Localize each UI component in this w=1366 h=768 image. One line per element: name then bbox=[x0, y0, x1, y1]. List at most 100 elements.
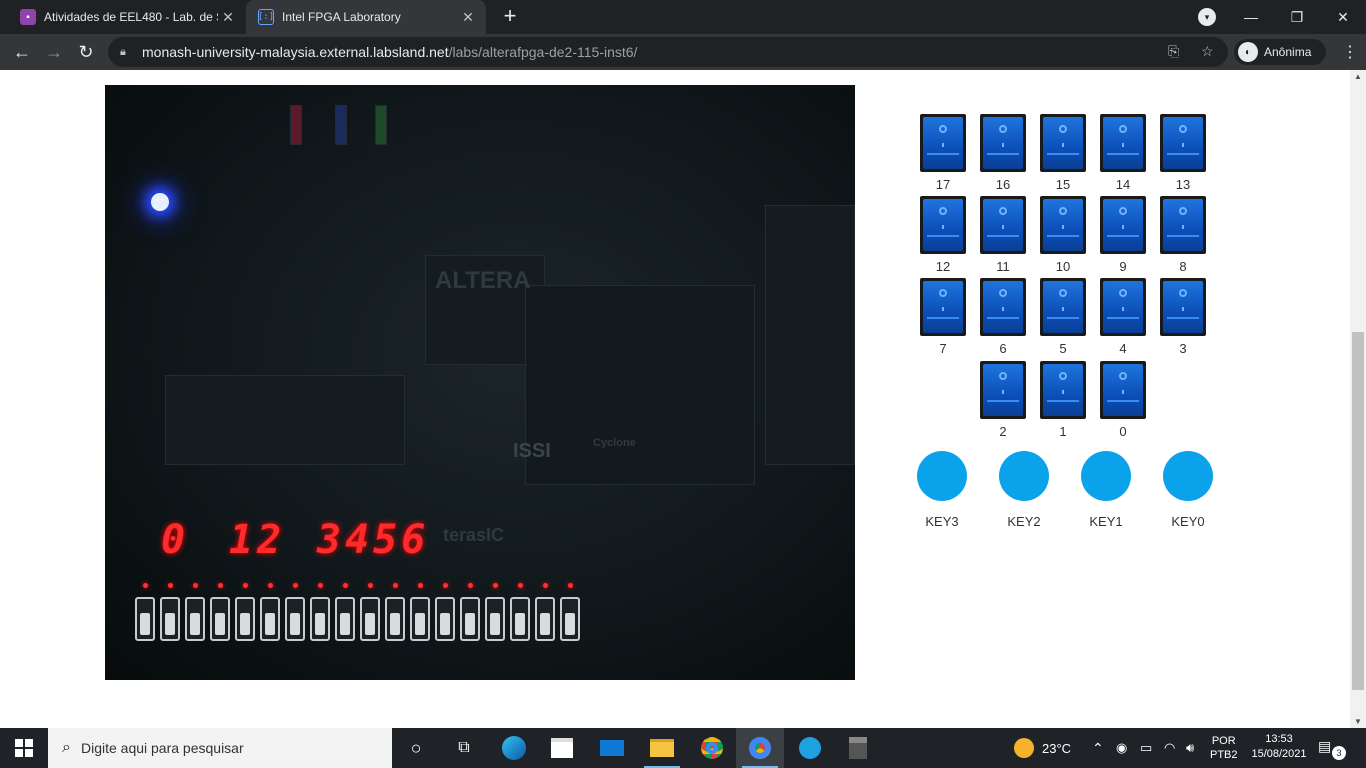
switch-dot-icon bbox=[1179, 207, 1187, 215]
bookmark-star-icon[interactable]: ☆ bbox=[1201, 43, 1214, 60]
switch-face bbox=[1043, 281, 1083, 333]
red-led bbox=[393, 583, 398, 588]
switch-face bbox=[1103, 364, 1143, 416]
minimize-icon[interactable]: — bbox=[1228, 0, 1274, 34]
menu-icon[interactable]: ⋮ bbox=[1342, 42, 1358, 62]
switch-2[interactable] bbox=[980, 361, 1026, 419]
notification-center-icon[interactable]: ▤ 3 bbox=[1318, 738, 1346, 760]
lock-icon: 🔒︎ bbox=[120, 45, 126, 58]
user-square-icon: ▪ bbox=[20, 9, 36, 25]
switch-label: 9 bbox=[1119, 259, 1127, 274]
board-led-red bbox=[290, 105, 302, 145]
switch-8[interactable] bbox=[1160, 196, 1206, 254]
switch-12[interactable] bbox=[920, 196, 966, 254]
lab-page: ALTERA ISSI Cyclone terasIC 0 12 3456 17… bbox=[0, 70, 1350, 728]
blue-app-icon[interactable] bbox=[786, 728, 834, 768]
wifi-icon[interactable]: ◠ bbox=[1164, 728, 1175, 768]
scrollbar-thumb[interactable] bbox=[1352, 332, 1364, 690]
task-view-icon[interactable]: ⧉ bbox=[440, 728, 488, 768]
scroll-up-icon[interactable]: ▲ bbox=[1354, 72, 1362, 81]
switch-6[interactable] bbox=[980, 278, 1026, 336]
switch-11[interactable] bbox=[980, 196, 1026, 254]
tab-atividades[interactable]: ▪ Atividades de EEL480 - Lab. de Si ✕ bbox=[8, 0, 246, 34]
chrome-active-icon[interactable] bbox=[736, 728, 784, 768]
close-icon[interactable]: ✕ bbox=[458, 9, 478, 26]
red-led bbox=[568, 583, 573, 588]
incognito-profile-button[interactable]: ◐ Anônima bbox=[1234, 39, 1326, 65]
chrome-icon[interactable] bbox=[688, 728, 736, 768]
taskbar-search-box[interactable]: ⌕ Digite aqui para pesquisar bbox=[48, 728, 392, 768]
language-indicator[interactable]: POR PTB2 bbox=[1210, 728, 1238, 768]
switch-label: 5 bbox=[1059, 341, 1067, 356]
key-button-key3[interactable] bbox=[917, 451, 967, 501]
back-icon[interactable]: ← bbox=[8, 38, 36, 66]
switch-face bbox=[983, 364, 1023, 416]
switch-dot-icon bbox=[999, 207, 1007, 215]
switch-knob bbox=[140, 613, 150, 635]
store-icon[interactable] bbox=[538, 728, 586, 768]
scroll-down-icon[interactable]: ▼ bbox=[1354, 717, 1362, 726]
switch-10[interactable] bbox=[1040, 196, 1086, 254]
switch-14[interactable] bbox=[1100, 114, 1146, 172]
switch-9[interactable] bbox=[1100, 196, 1146, 254]
physical-switch bbox=[460, 597, 480, 641]
board-brand-issi: ISSI bbox=[513, 440, 551, 462]
calculator-icon[interactable] bbox=[834, 728, 882, 768]
power-led bbox=[151, 193, 169, 211]
volume-icon[interactable]: 🔊︎ bbox=[1186, 728, 1194, 768]
switch-16[interactable] bbox=[980, 114, 1026, 172]
battery-icon[interactable]: ▭ bbox=[1140, 728, 1152, 768]
key-button-key2[interactable] bbox=[999, 451, 1049, 501]
meet-now-icon[interactable]: ◉ bbox=[1116, 728, 1127, 768]
switch-face bbox=[923, 117, 963, 169]
board-led-green bbox=[375, 105, 387, 145]
switch-15[interactable] bbox=[1040, 114, 1086, 172]
weather-widget[interactable]: 23°C bbox=[1014, 728, 1071, 768]
switch-13[interactable] bbox=[1160, 114, 1206, 172]
switch-3[interactable] bbox=[1160, 278, 1206, 336]
search-placeholder: Digite aqui para pesquisar bbox=[80, 740, 244, 756]
switch-5[interactable] bbox=[1040, 278, 1086, 336]
translate-icon[interactable]: ⎘ bbox=[1168, 43, 1179, 60]
windows-start-button[interactable] bbox=[0, 728, 48, 768]
mail-icon[interactable] bbox=[588, 728, 636, 768]
switch-4[interactable] bbox=[1100, 278, 1146, 336]
switch-dot-icon bbox=[1059, 125, 1067, 133]
window-close-icon[interactable]: ✕ bbox=[1320, 0, 1366, 34]
switch-label: 14 bbox=[1115, 177, 1131, 192]
taskbar-clock[interactable]: 13:53 15/08/2021 bbox=[1244, 732, 1314, 762]
switch-label: 11 bbox=[996, 259, 1010, 274]
forward-icon[interactable]: → bbox=[40, 38, 68, 66]
switch-dot-icon bbox=[939, 289, 947, 297]
switch-dot-icon bbox=[1179, 289, 1187, 297]
physical-switch bbox=[310, 597, 330, 641]
switch-label: 0 bbox=[1119, 424, 1127, 439]
switch-label: 12 bbox=[935, 259, 951, 274]
key-button-key0[interactable] bbox=[1163, 451, 1213, 501]
tray-chevron-icon[interactable]: ⌃ bbox=[1092, 728, 1104, 768]
switch-17[interactable] bbox=[920, 114, 966, 172]
switch-1[interactable] bbox=[1040, 361, 1086, 419]
red-led bbox=[143, 583, 148, 588]
switch-7[interactable] bbox=[920, 278, 966, 336]
switch-0[interactable] bbox=[1100, 361, 1146, 419]
key-button-key1[interactable] bbox=[1081, 451, 1131, 501]
file-explorer-icon[interactable] bbox=[638, 728, 686, 768]
switch-line bbox=[1167, 317, 1199, 319]
tab-search-icon[interactable]: ▾ bbox=[1198, 8, 1216, 26]
clock-time: 13:53 bbox=[1265, 733, 1293, 745]
red-led bbox=[218, 583, 223, 588]
page-scrollbar[interactable]: ▲ ▼ bbox=[1350, 70, 1366, 728]
clock-date: 15/08/2021 bbox=[1251, 748, 1307, 760]
reload-icon[interactable]: ↻ bbox=[72, 38, 100, 66]
restore-icon[interactable]: ❐ bbox=[1274, 0, 1320, 34]
new-tab-button[interactable]: + bbox=[498, 5, 522, 29]
edge-icon[interactable] bbox=[490, 728, 538, 768]
close-icon[interactable]: ✕ bbox=[218, 9, 238, 26]
switch-tick bbox=[1182, 307, 1184, 311]
cortana-icon[interactable]: ○ bbox=[392, 728, 440, 768]
board-connector bbox=[765, 205, 855, 465]
tab-intel-fpga[interactable]: [:] Intel FPGA Laboratory ✕ bbox=[246, 0, 486, 34]
red-led bbox=[543, 583, 548, 588]
address-bar[interactable]: 🔒︎ monash-university-malaysia.external.l… bbox=[108, 37, 1228, 67]
